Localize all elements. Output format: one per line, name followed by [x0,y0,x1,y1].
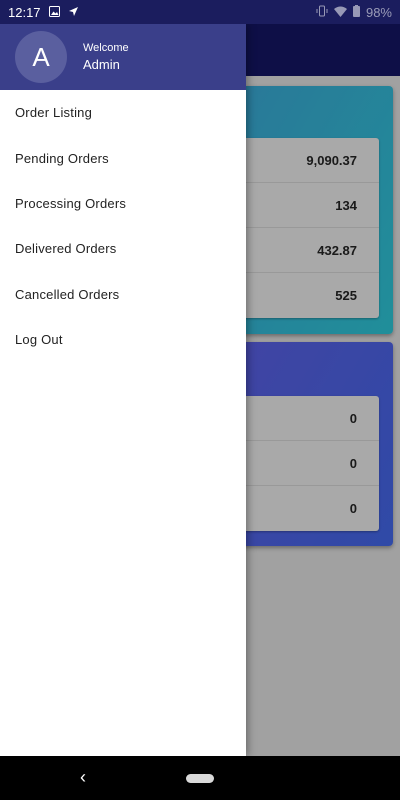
drawer-menu: Order Listing Pending Orders Processing … [0,90,246,362]
battery-icon [352,4,360,20]
status-time: 12:17 [8,4,41,20]
drawer-header: A Welcome Admin [0,24,246,90]
image-icon [48,5,60,20]
menu-item-log-out[interactable]: Log Out [0,317,246,362]
avatar: A [15,31,67,83]
menu-item-order-listing[interactable]: Order Listing [0,90,246,135]
vibrate-icon [316,5,328,20]
welcome-label: Welcome [83,41,129,54]
menu-item-cancelled-orders[interactable]: Cancelled Orders [0,272,246,317]
home-pill-icon[interactable] [186,774,214,783]
navigation-drawer: A Welcome Admin Order Listing Pending Or… [0,24,246,756]
back-icon[interactable]: ‹ [80,767,86,788]
navigation-icon [68,5,79,20]
menu-item-delivered-orders[interactable]: Delivered Orders [0,226,246,271]
user-info: Welcome Admin [83,41,129,74]
user-name: Admin [83,56,120,72]
system-nav-bar: ‹ [0,756,400,800]
menu-item-pending-orders[interactable]: Pending Orders [0,135,246,180]
wifi-icon [333,5,347,20]
menu-item-processing-orders[interactable]: Processing Orders [0,181,246,226]
battery-percentage: 98% [365,4,392,20]
status-bar: 12:17 98% [0,0,400,24]
